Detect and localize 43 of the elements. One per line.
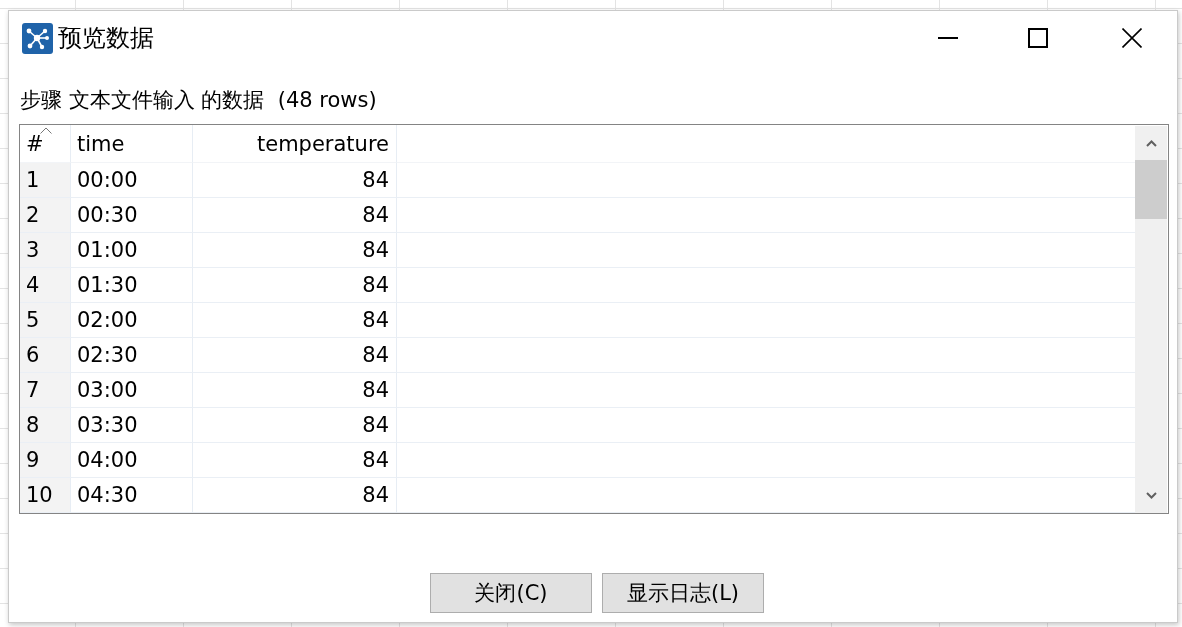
data-heading: 步骤 文本文件输入 的数据 (48 rows) [20, 87, 377, 113]
table-cell: 84 [193, 268, 397, 303]
table-cell: 84 [193, 408, 397, 443]
table-cell: 84 [193, 373, 397, 408]
row-number: 10 [20, 478, 71, 513]
table-cell: 84 [193, 163, 397, 198]
window-title: 预览数据 [58, 23, 154, 53]
table-cell: 84 [193, 478, 397, 513]
column-header[interactable]: temperature [193, 125, 397, 163]
table-cell: 04:00 [71, 443, 193, 478]
table-cell: 03:00 [71, 373, 193, 408]
row-number: 3 [20, 233, 71, 268]
table-cell: 84 [193, 198, 397, 233]
table-cell: 84 [193, 338, 397, 373]
row-number: 9 [20, 443, 71, 478]
close-icon[interactable] [1122, 28, 1142, 48]
table-cell: 00:00 [71, 163, 193, 198]
row-number: 8 [20, 408, 71, 443]
scrollbar-thumb[interactable] [1135, 160, 1167, 219]
table-cell: 84 [193, 233, 397, 268]
scroll-up-icon[interactable] [1145, 139, 1157, 147]
table-cell: 00:30 [71, 198, 193, 233]
table-cell: 02:00 [71, 303, 193, 338]
row-number: 6 [20, 338, 71, 373]
row-number: 7 [20, 373, 71, 408]
column-header[interactable]: time [71, 125, 193, 163]
dialog-button[interactable]: 显示日志(L) [602, 573, 764, 613]
row-number: 2 [20, 198, 71, 233]
row-number: 1 [20, 163, 71, 198]
dialog-button[interactable]: 关闭(C) [430, 573, 592, 613]
table-cell: 84 [193, 303, 397, 338]
row-number: 5 [20, 303, 71, 338]
table-cell: 01:30 [71, 268, 193, 303]
scrollbar-track[interactable] [1135, 126, 1167, 513]
table-cell: 02:30 [71, 338, 193, 373]
table-cell: 01:00 [71, 233, 193, 268]
table-cell: 03:30 [71, 408, 193, 443]
table-cell: 04:30 [71, 478, 193, 513]
scroll-down-icon[interactable] [1145, 491, 1157, 499]
table-cell: 84 [193, 443, 397, 478]
app-icon [22, 22, 53, 54]
row-number: 4 [20, 268, 71, 303]
maximize-icon[interactable] [1028, 28, 1048, 48]
